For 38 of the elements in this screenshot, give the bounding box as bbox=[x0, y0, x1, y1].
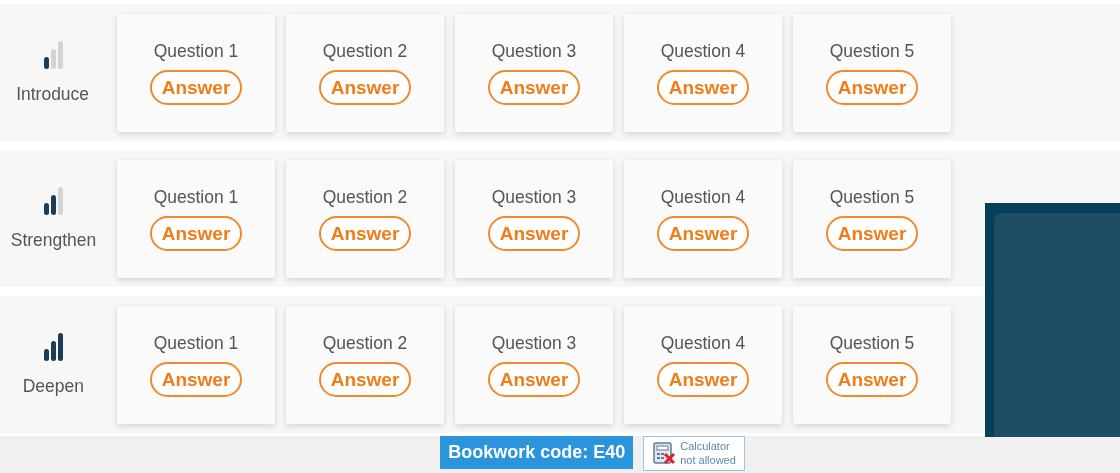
level-label: Deepen bbox=[22, 374, 84, 397]
bookwork-code: Bookwork code: E40 bbox=[440, 436, 634, 469]
level-label: Introduce bbox=[16, 82, 90, 105]
answer-button[interactable]: Answer bbox=[487, 70, 581, 105]
question-title: Question 3 bbox=[491, 332, 577, 354]
question-title: Question 3 bbox=[491, 40, 577, 62]
answer-button[interactable]: Answer bbox=[149, 70, 243, 105]
question-title: Question 4 bbox=[660, 186, 746, 208]
answer-button[interactable]: Answer bbox=[318, 216, 412, 251]
answer-button[interactable]: Answer bbox=[825, 70, 919, 105]
answer-button[interactable]: Answer bbox=[318, 70, 412, 105]
answer-button[interactable]: Answer bbox=[149, 216, 243, 251]
answer-button[interactable]: Answer bbox=[318, 362, 412, 397]
question-title: Question 3 bbox=[491, 186, 577, 208]
level-label: Strengthen bbox=[10, 228, 96, 251]
question-title: Question 4 bbox=[660, 40, 746, 62]
calculator-label: Calculator not allowed bbox=[680, 439, 736, 468]
question-title: Question 5 bbox=[829, 186, 915, 208]
question-title: Question 4 bbox=[660, 332, 746, 354]
answer-button[interactable]: Answer bbox=[656, 362, 750, 397]
question-title: Question 1 bbox=[153, 40, 239, 62]
question-title: Question 2 bbox=[322, 40, 408, 62]
question-title: Question 1 bbox=[153, 332, 239, 354]
answer-button[interactable]: Answer bbox=[656, 70, 750, 105]
signal-bars-icon bbox=[43, 186, 63, 215]
signal-bars-icon bbox=[43, 332, 63, 361]
answer-button[interactable]: Answer bbox=[825, 362, 919, 397]
question-title: Question 5 bbox=[829, 332, 915, 354]
answer-button[interactable]: Answer bbox=[149, 362, 243, 397]
answer-button[interactable]: Answer bbox=[487, 362, 581, 397]
question-title: Question 5 bbox=[829, 40, 915, 62]
question-title: Question 2 bbox=[322, 332, 408, 354]
question-title: Question 2 bbox=[322, 186, 408, 208]
answer-button[interactable]: Answer bbox=[825, 216, 919, 251]
answer-button[interactable]: Answer bbox=[656, 216, 750, 251]
question-title: Question 1 bbox=[153, 186, 239, 208]
answer-button[interactable]: Answer bbox=[487, 216, 581, 251]
signal-bars-icon bbox=[43, 40, 63, 69]
